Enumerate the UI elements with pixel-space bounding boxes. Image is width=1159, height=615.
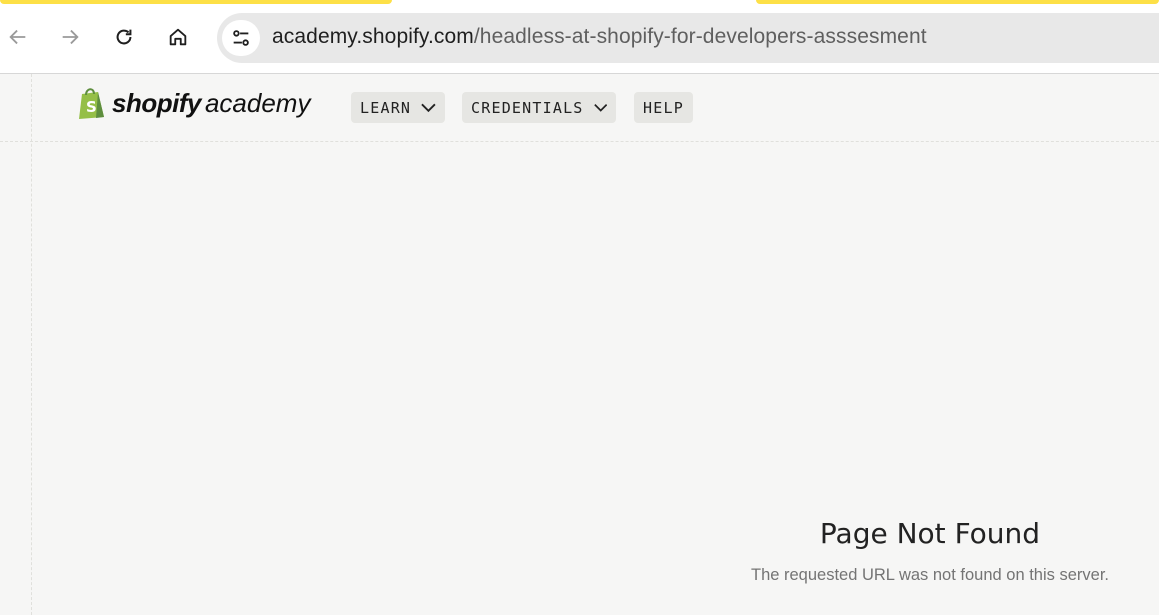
svg-text:S: S <box>86 98 97 116</box>
nav-help-button[interactable]: HELP <box>634 92 693 123</box>
back-button[interactable] <box>0 19 36 55</box>
tab-accent-left <box>0 0 392 4</box>
url-text[interactable]: academy.shopify.com/headless-at-shopify-… <box>272 25 927 49</box>
home-button[interactable] <box>160 19 196 55</box>
arrow-right-icon <box>62 29 79 45</box>
url-host: academy.shopify.com <box>272 25 474 48</box>
logo-wordmark: shopify academy <box>112 88 310 119</box>
shopify-bag-icon: S <box>79 88 104 119</box>
arrow-left-icon <box>9 29 26 45</box>
nav-credentials-button[interactable]: CREDENTIALS <box>462 92 616 123</box>
nav-credentials-label: CREDENTIALS <box>471 98 584 117</box>
error-message: The requested URL was not found on this … <box>750 566 1109 584</box>
site-info-button[interactable] <box>222 20 260 56</box>
reload-icon <box>116 29 132 45</box>
tune-icon <box>233 30 249 46</box>
nav-learn-button[interactable]: LEARN <box>351 92 445 123</box>
nav-learn-label: LEARN <box>360 98 412 117</box>
forward-button[interactable] <box>52 19 88 55</box>
shopify-academy-logo[interactable]: S shopify academy <box>76 86 310 120</box>
chevron-down-icon <box>421 103 436 112</box>
url-path: /headless-at-shopify-for-developers-asss… <box>473 25 927 48</box>
logo-bold-text: shopify <box>112 87 201 118</box>
tab-accent-right <box>756 0 1159 4</box>
page-gutter-line <box>31 74 32 615</box>
home-icon <box>169 28 187 46</box>
page-title: Page Not Found <box>819 517 1041 550</box>
nav-help-label: HELP <box>643 98 684 117</box>
logo-light-text: academy <box>204 87 311 118</box>
reload-button[interactable] <box>106 19 142 55</box>
browser-toolbar: academy.shopify.com/headless-at-shopify-… <box>0 0 1159 74</box>
chevron-down-icon <box>593 103 607 112</box>
